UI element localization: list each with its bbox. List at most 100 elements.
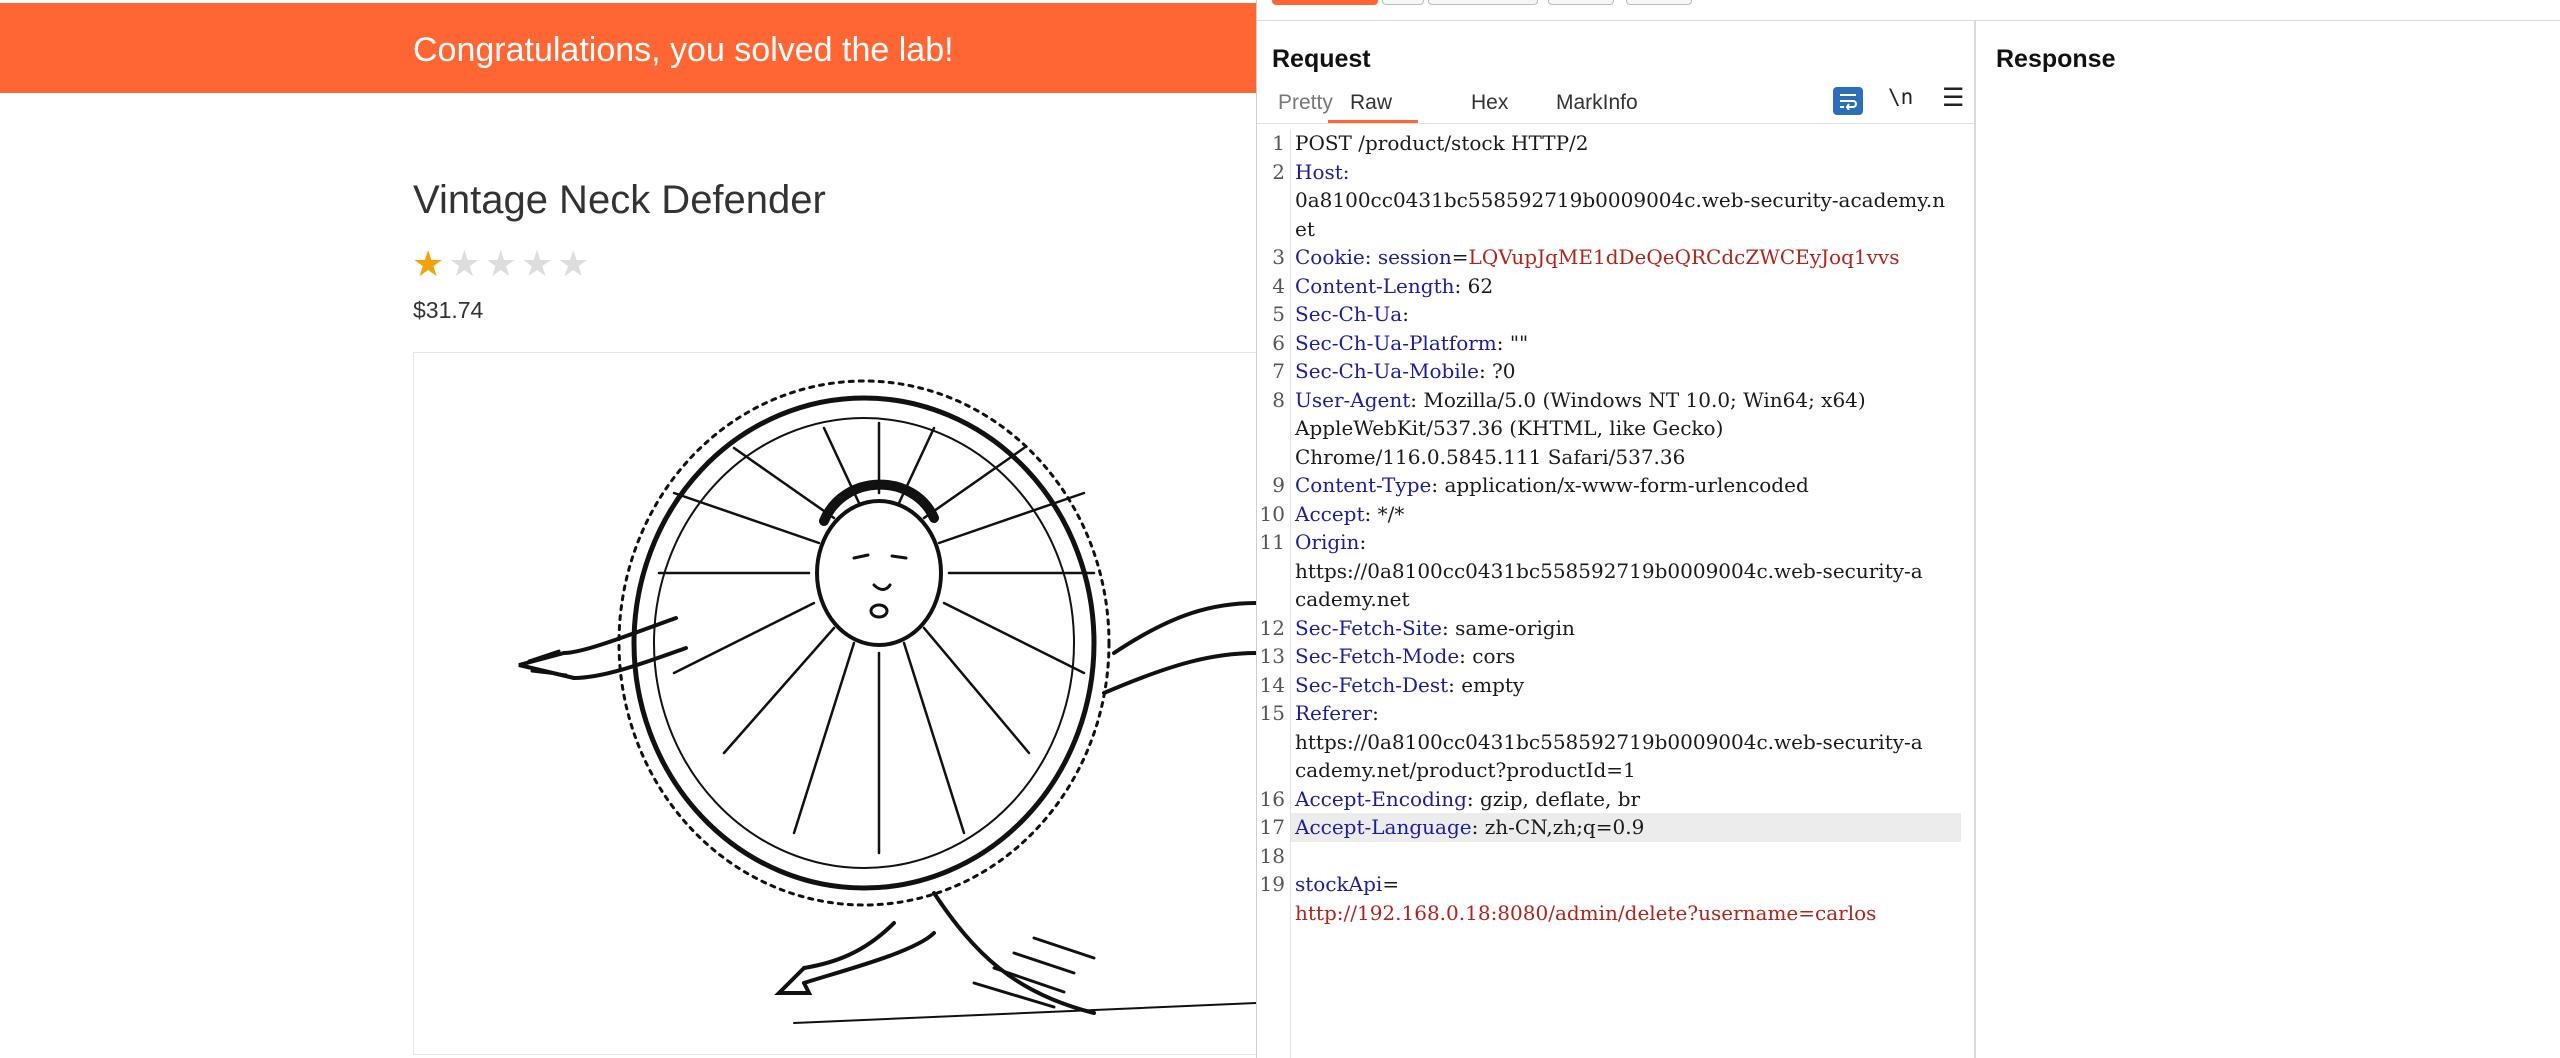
request-line[interactable]: stockApi= bbox=[1295, 870, 1965, 899]
request-line[interactable]: Accept-Language: zh-CN,zh;q=0.9 bbox=[1295, 813, 1965, 842]
line-text: : bbox=[1402, 302, 1409, 326]
line-text: cademy.net/product?productId=1 bbox=[1295, 758, 1636, 782]
banner-text: Congratulations, you solved the lab! bbox=[413, 31, 954, 69]
request-line[interactable]: Sec-Fetch-Site: same-origin bbox=[1295, 614, 1965, 643]
star-empty-icon: ★ bbox=[557, 243, 590, 284]
product-image bbox=[413, 352, 1256, 1055]
star-empty-icon: ★ bbox=[484, 243, 517, 284]
word-wrap-toggle[interactable] bbox=[1833, 87, 1863, 115]
header-name: Sec-Fetch-Site bbox=[1295, 615, 1442, 640]
request-line[interactable]: https://0a8100cc0431bc558592719b0009004c… bbox=[1295, 728, 1965, 757]
line-text: Chrome/116.0.5845.111 Safari/537.36 bbox=[1295, 444, 1686, 469]
header-name: User-Agent bbox=[1295, 387, 1411, 412]
line-number: 9 bbox=[1272, 473, 1285, 497]
header-name: Content-Length bbox=[1295, 273, 1455, 298]
line-text: 0a8100cc0431bc558592719b0009004c.web-sec… bbox=[1295, 188, 1946, 212]
toolbar-button[interactable] bbox=[1626, 0, 1692, 5]
request-line[interactable]: Referer: bbox=[1295, 699, 1965, 728]
request-line[interactable]: Sec-Fetch-Dest: empty bbox=[1295, 671, 1965, 700]
request-line[interactable]: Cookie: session=LQVupJqME1dDeQeQRCdcZWCE… bbox=[1295, 243, 1965, 272]
request-line[interactable]: https://0a8100cc0431bc558592719b0009004c… bbox=[1295, 557, 1965, 586]
star-empty-icon: ★ bbox=[520, 243, 554, 284]
line-text: : empty bbox=[1448, 672, 1525, 697]
line-text: cademy.net bbox=[1295, 587, 1410, 611]
request-line[interactable]: Origin: bbox=[1295, 528, 1965, 557]
header-name: Content-Type bbox=[1295, 473, 1432, 497]
show-newlines-toggle[interactable]: \n bbox=[1888, 85, 1913, 109]
header-name: Host: bbox=[1295, 159, 1350, 184]
header-name: Sec-Ch-Ua bbox=[1295, 302, 1403, 326]
request-line[interactable]: Sec-Ch-Ua-Platform: "" bbox=[1295, 329, 1965, 358]
line-text: : application/x-www-form-urlencoded bbox=[1431, 473, 1809, 497]
tab-hex[interactable]: Hex bbox=[1471, 91, 1508, 115]
request-line[interactable]: Host: bbox=[1295, 158, 1965, 187]
request-line[interactable]: http://192.168.0.18:8080/admin/delete?us… bbox=[1295, 899, 1965, 928]
request-line[interactable]: et bbox=[1295, 215, 1965, 244]
request-line[interactable]: Accept-Encoding: gzip, deflate, br bbox=[1295, 785, 1965, 814]
tab-pretty[interactable]: Pretty bbox=[1278, 91, 1333, 115]
line-number: 19 bbox=[1259, 872, 1285, 896]
star-empty-icon: ★ bbox=[448, 243, 481, 284]
line-number: 8 bbox=[1272, 387, 1285, 412]
header-name: Accept-Encoding bbox=[1295, 786, 1467, 811]
line-text: : 62 bbox=[1454, 273, 1494, 298]
tabs-divider bbox=[1257, 123, 1974, 124]
request-editor[interactable]: 1 POST /product/stock HTTP/2 2 Host: 0a8100c… bbox=[1257, 129, 1974, 1058]
tab-raw[interactable]: Raw bbox=[1350, 91, 1392, 115]
request-panel: Request Pretty Raw Hex MarkInfo \n ☰ 1 PO… bbox=[1257, 21, 1976, 1058]
request-line[interactable]: Accept: */* bbox=[1295, 500, 1965, 529]
line-text: https://0a8100cc0431bc558592719b0009004c… bbox=[1295, 729, 1923, 754]
request-line[interactable]: Chrome/116.0.5845.111 Safari/537.36 bbox=[1295, 443, 1965, 472]
header-name: Accept-Language bbox=[1295, 815, 1472, 839]
request-line[interactable]: cademy.net/product?productId=1 bbox=[1295, 756, 1965, 785]
header-name: Cookie: session bbox=[1295, 245, 1452, 269]
hamburger-menu-icon[interactable]: ☰ bbox=[1942, 83, 1964, 113]
highlighted-value: LQVupJqME1dDeQeQRCdcZWCEyJoq1vvs bbox=[1468, 245, 1900, 269]
send-button[interactable] bbox=[1272, 0, 1378, 5]
request-line[interactable]: User-Agent: Mozilla/5.0 (Windows NT 10.0… bbox=[1295, 386, 1965, 415]
response-title: Response bbox=[1996, 45, 2116, 73]
header-name: Origin bbox=[1295, 530, 1360, 554]
request-title: Request bbox=[1272, 45, 1371, 73]
line-number: 6 bbox=[1272, 330, 1285, 355]
request-line[interactable]: 0a8100cc0431bc558592719b0009004c.web-sec… bbox=[1295, 186, 1965, 215]
line-text: = bbox=[1451, 245, 1469, 269]
request-line[interactable]: Sec-Ch-Ua: bbox=[1295, 300, 1965, 329]
repeater-toolbar bbox=[1257, 0, 2560, 21]
burp-repeater-panel: Request Pretty Raw Hex MarkInfo \n ☰ 1 PO… bbox=[1256, 0, 2560, 1058]
header-name: stockApi bbox=[1295, 872, 1383, 896]
request-line[interactable]: Sec-Fetch-Mode: cors bbox=[1295, 642, 1965, 671]
header-name: Referer bbox=[1295, 701, 1373, 725]
line-text: : "" bbox=[1496, 330, 1529, 355]
request-line[interactable]: Content-Type: application/x-www-form-url… bbox=[1295, 471, 1965, 500]
header-name: Sec-Ch-Ua-Mobile bbox=[1295, 359, 1479, 383]
header-name: Sec-Fetch-Dest bbox=[1295, 672, 1449, 697]
request-line[interactable]: POST /product/stock HTTP/2 bbox=[1295, 129, 1965, 158]
line-number: 4 bbox=[1272, 273, 1285, 298]
request-line[interactable]: cademy.net bbox=[1295, 585, 1965, 614]
tab-markinfo[interactable]: MarkInfo bbox=[1556, 91, 1638, 115]
line-number: 17 bbox=[1259, 815, 1285, 839]
line-text: POST /product/stock HTTP/2 bbox=[1295, 131, 1589, 155]
line-number: 3 bbox=[1272, 245, 1285, 269]
toolbar-button[interactable] bbox=[1428, 0, 1538, 5]
line-text: https://0a8100cc0431bc558592719b0009004c… bbox=[1295, 558, 1923, 583]
response-panel: Response bbox=[1976, 21, 2560, 1058]
request-line[interactable]: AppleWebKit/537.36 (KHTML, like Gecko) bbox=[1295, 414, 1965, 443]
request-line[interactable]: Sec-Ch-Ua-Mobile: ?0 bbox=[1295, 357, 1965, 386]
line-number: 14 bbox=[1259, 672, 1285, 697]
line-text: = bbox=[1382, 872, 1400, 896]
line-text: AppleWebKit/537.36 (KHTML, like Gecko) bbox=[1295, 416, 1724, 440]
line-number: 16 bbox=[1259, 786, 1285, 811]
header-name: Accept bbox=[1295, 501, 1365, 526]
line-number: 7 bbox=[1272, 359, 1285, 383]
product-title: Vintage Neck Defender bbox=[413, 178, 826, 222]
cancel-button[interactable] bbox=[1382, 0, 1424, 5]
solved-banner: Congratulations, you solved the lab! bbox=[0, 3, 1256, 93]
line-number: 5 bbox=[1272, 302, 1285, 326]
line-text: : */* bbox=[1364, 501, 1405, 526]
line-number: 2 bbox=[1272, 159, 1285, 184]
line-number: 18 bbox=[1259, 843, 1285, 868]
toolbar-button[interactable] bbox=[1548, 0, 1614, 5]
request-line[interactable]: Content-Length: 62 bbox=[1295, 272, 1965, 301]
